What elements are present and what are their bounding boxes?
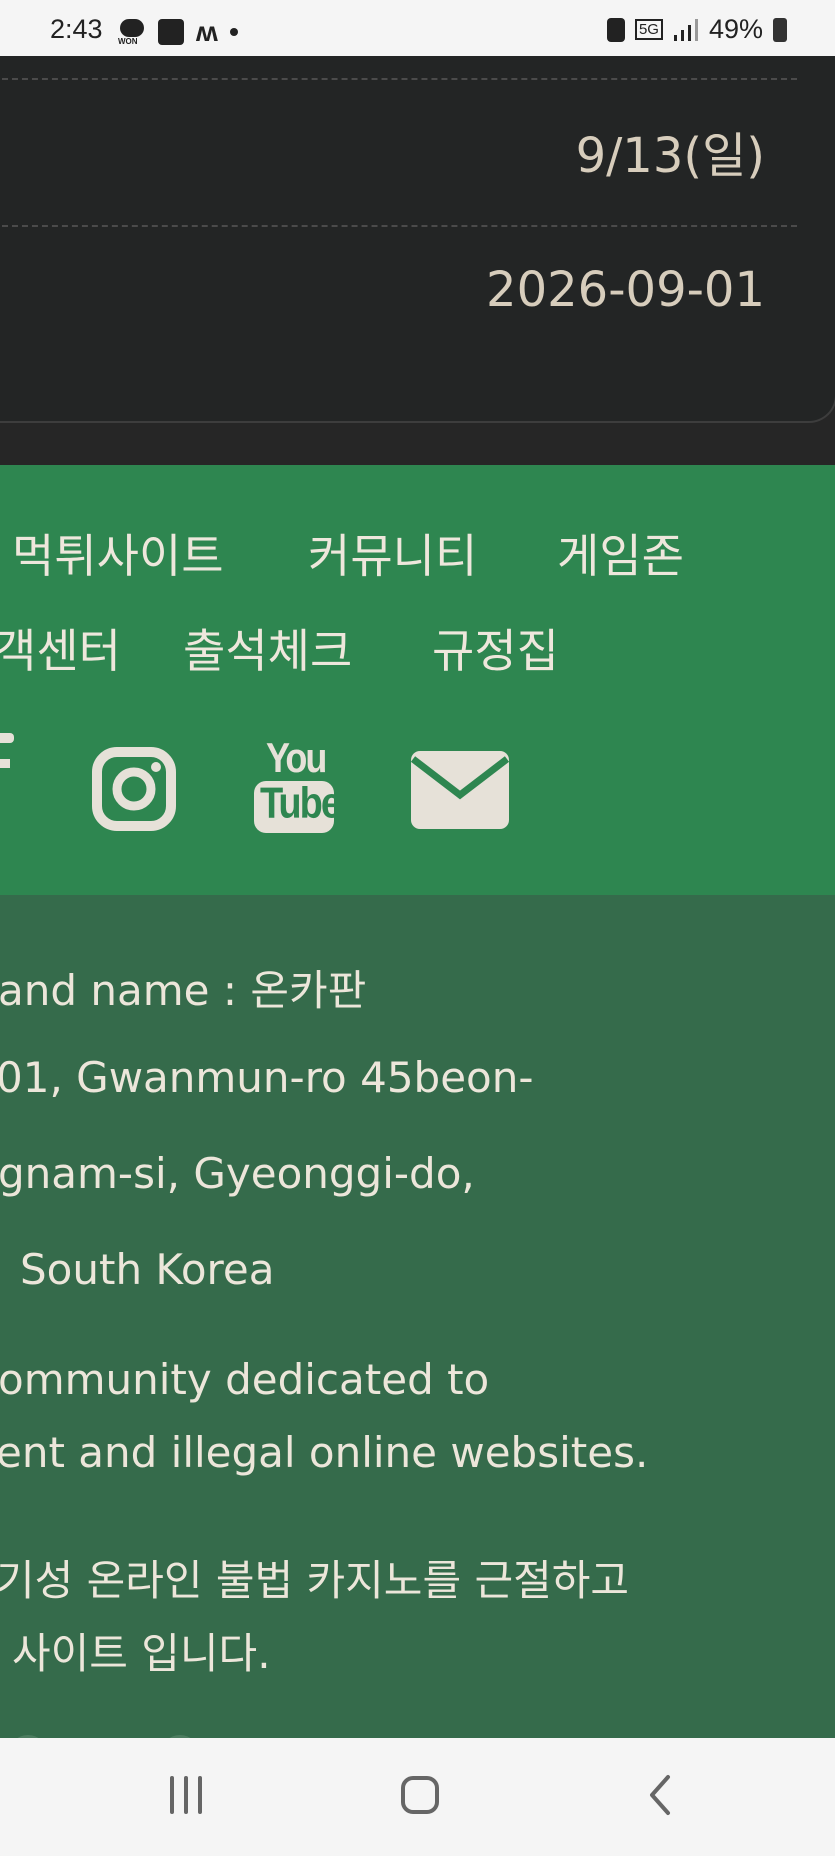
gallery-icon [158, 19, 184, 45]
nav-link-attendance[interactable]: 출석체크 [183, 615, 352, 681]
recent-apps-button[interactable] [168, 1776, 208, 1816]
nav-link-muktwi-sites[interactable]: 먹튀사이트 [12, 520, 224, 586]
recycle-icon [606, 17, 625, 42]
system-icons: 5G 49% [606, 14, 787, 45]
chevron-left-icon [650, 1775, 670, 1815]
home-button[interactable] [401, 1776, 439, 1814]
network-5g-icon: 5G [634, 19, 663, 40]
nav-link-customer-center[interactable]: 객센터 [0, 615, 121, 681]
address-line-1: 01, Gwanmun-ro 45beon- [0, 1053, 534, 1102]
description-line-2: ent and illegal online websites. [0, 1428, 649, 1477]
more-notifications-dot [229, 28, 238, 36]
youtube-icon[interactable]: You Tube [252, 734, 342, 837]
info-card-section: 9/13(일) 2026-09-01 [0, 56, 835, 465]
nav-link-community[interactable]: 커뮤니티 [308, 520, 477, 586]
card-expiry-value: 2026-09-01 [486, 262, 765, 318]
footer-nav: 먹튀사이트 커뮤니티 게임존 객센터 출석체크 규정집 You Tube [0, 465, 835, 895]
instagram-icon[interactable] [92, 747, 176, 835]
mail-icon[interactable] [410, 751, 510, 833]
description-kr-line-2: 사이트 입니다. [12, 1629, 271, 1678]
description-line-1: ommunity dedicated to [0, 1355, 490, 1404]
site-info-section: and name : 온카판 01, Gwanmun-ro 45beon- gn… [0, 895, 835, 1738]
battery-icon [773, 17, 787, 42]
app-m-icon: ʍ [196, 16, 218, 47]
status-bar: 2:43 WON ʍ 5G 49% [0, 0, 835, 56]
won-app-icon: WON [118, 19, 146, 46]
nav-link-gamezone[interactable]: 게임존 [557, 520, 684, 586]
battery-percent: 49% [708, 14, 763, 44]
info-card: 9/13(일) 2026-09-01 [0, 56, 835, 423]
nav-link-rules[interactable]: 규정집 [432, 615, 559, 681]
card-date-value: 9/13(일) [575, 128, 765, 184]
address-line-3: South Korea [20, 1245, 275, 1294]
status-time: 2:43 [50, 14, 103, 44]
divider [2, 78, 797, 80]
signal-icon [673, 18, 698, 41]
back-button[interactable] [640, 1774, 682, 1816]
brand-name-line: and name : 온카판 [0, 966, 367, 1015]
divider [2, 225, 797, 227]
description-kr-line-1: 기성 온라인 불법 카지노를 근절하고 [0, 1556, 630, 1605]
facebook-icon[interactable] [0, 733, 14, 797]
system-nav-bar [0, 1738, 835, 1856]
notification-icons: WON ʍ [118, 16, 238, 48]
address-line-2: gnam-si, Gyeonggi-do, [0, 1149, 475, 1198]
